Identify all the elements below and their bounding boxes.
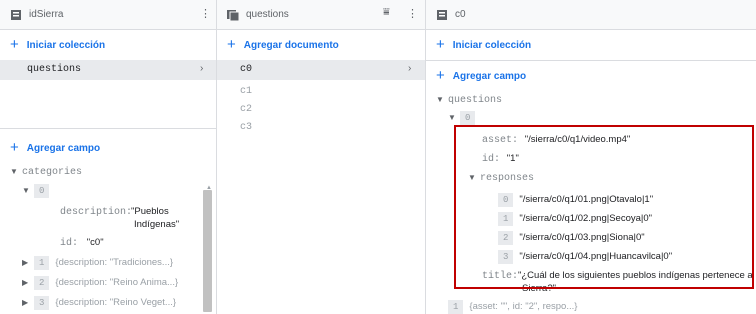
document-title: c0 [455, 9, 466, 20]
scroll-up-icon[interactable]: ▲ [206, 185, 212, 191]
document-label: c1 [240, 86, 253, 97]
add-document-button[interactable]: + Agregar documento [217, 30, 425, 60]
plus-icon: + [227, 35, 236, 53]
array-item-0[interactable]: ▼ 0 [22, 184, 55, 198]
start-collection-label: Iniciar colección [452, 39, 532, 51]
plus-icon: + [436, 35, 445, 53]
collapsed-preview: {description: "Reino Anima...} [55, 277, 179, 288]
array-index: 0 [34, 184, 50, 198]
document-icon [437, 9, 447, 20]
plus-icon: + [10, 138, 19, 156]
value-line: "Pueblos [131, 206, 169, 217]
field-description: description: [60, 206, 132, 218]
collection-label: questions [27, 64, 82, 75]
field-key: categories [22, 167, 83, 178]
expand-right-icon: ▶ [22, 258, 29, 267]
database-title: idSierra [29, 9, 64, 20]
expand-down-icon: ▼ [22, 186, 30, 195]
field-value: "c0" [86, 237, 104, 248]
database-icon [11, 9, 21, 20]
field-id: id: "c0" [60, 237, 104, 249]
expand-right-icon: ▶ [22, 278, 29, 287]
array-item-2[interactable]: ▶ 2 {description: "Reino Anima...} [22, 276, 178, 290]
add-field-label: Agregar campo [26, 142, 101, 154]
expand-down-icon: ▼ [436, 95, 444, 104]
array-item-0[interactable]: ▼ 0 [448, 111, 481, 125]
filter-icon[interactable]: ⩸ [383, 6, 390, 19]
documents-panel: questions ⩸ ⋮ + Agregar documento c0 › c… [217, 0, 426, 314]
array-index: 3 [34, 296, 50, 310]
start-collection-button[interactable]: + Iniciar colección [0, 30, 216, 60]
collapsed-preview: {asset: "", id: "2", respo...} [469, 301, 578, 312]
panel-header: questions ⩸ ⋮ [217, 0, 425, 30]
panel-header: idSierra ⋮ [0, 0, 216, 30]
add-field-button[interactable]: + Agregar campo [426, 61, 526, 91]
expand-right-icon: ▶ [22, 298, 29, 307]
array-index: 0 [460, 111, 476, 125]
add-field-label: Agregar campo [452, 70, 527, 82]
array-index: 1 [34, 256, 50, 270]
collection-title: questions [246, 9, 289, 20]
plus-icon: + [10, 35, 19, 53]
expand-down-icon: ▼ [448, 113, 456, 122]
array-index: 2 [34, 276, 50, 290]
value-line: Indígenas" [134, 219, 180, 230]
more-menu-icon[interactable]: ⋮ [407, 7, 418, 20]
array-item-1[interactable]: ▶ 1 {description: "Tradiciones...} [22, 256, 173, 270]
collapsed-preview: {description: "Tradiciones...} [55, 257, 174, 268]
document-item[interactable]: c3 [217, 120, 425, 136]
document-item[interactable]: c1 [217, 84, 425, 100]
add-document-label: Agregar documento [243, 39, 339, 51]
expand-down-icon: ▼ [10, 167, 18, 176]
array-item-1[interactable]: 1 {asset: "", id: "2", respo...} [448, 300, 577, 314]
description-value: "Pueblos Indígenas" [131, 206, 179, 230]
document-label: c3 [240, 122, 253, 133]
scrollbar[interactable] [203, 190, 212, 312]
chevron-right-icon: › [200, 63, 204, 74]
chevron-right-icon: › [408, 63, 412, 74]
plus-icon: + [436, 66, 445, 84]
field-key: questions [448, 95, 503, 106]
panel-header: c0 [426, 0, 756, 30]
collection-icon [227, 9, 239, 21]
array-index: 1 [448, 300, 464, 314]
highlight-box [454, 125, 754, 289]
add-field-button[interactable]: + Agregar campo [0, 133, 100, 163]
array-item-3[interactable]: ▶ 3 {description: "Reino Veget...} [22, 296, 176, 310]
divider [0, 128, 216, 129]
more-menu-icon[interactable]: ⋮ [200, 7, 211, 20]
document-item[interactable]: c2 [217, 102, 425, 118]
start-collection-label: Iniciar colección [26, 39, 106, 51]
document-label: c0 [240, 64, 253, 75]
field-questions[interactable]: ▼ questions [436, 94, 502, 106]
collection-item[interactable]: questions › [0, 60, 216, 80]
field-key: id: [60, 238, 79, 249]
start-collection-button[interactable]: + Iniciar colección [426, 30, 756, 60]
field-categories[interactable]: ▼ categories [10, 166, 82, 178]
document-label: c2 [240, 104, 253, 115]
collections-panel: idSierra ⋮ + Iniciar colección questions… [0, 0, 217, 314]
collapsed-preview: {description: "Reino Veget...} [55, 297, 177, 308]
document-item[interactable]: c0 › [217, 60, 425, 80]
field-key: description: [60, 207, 133, 218]
